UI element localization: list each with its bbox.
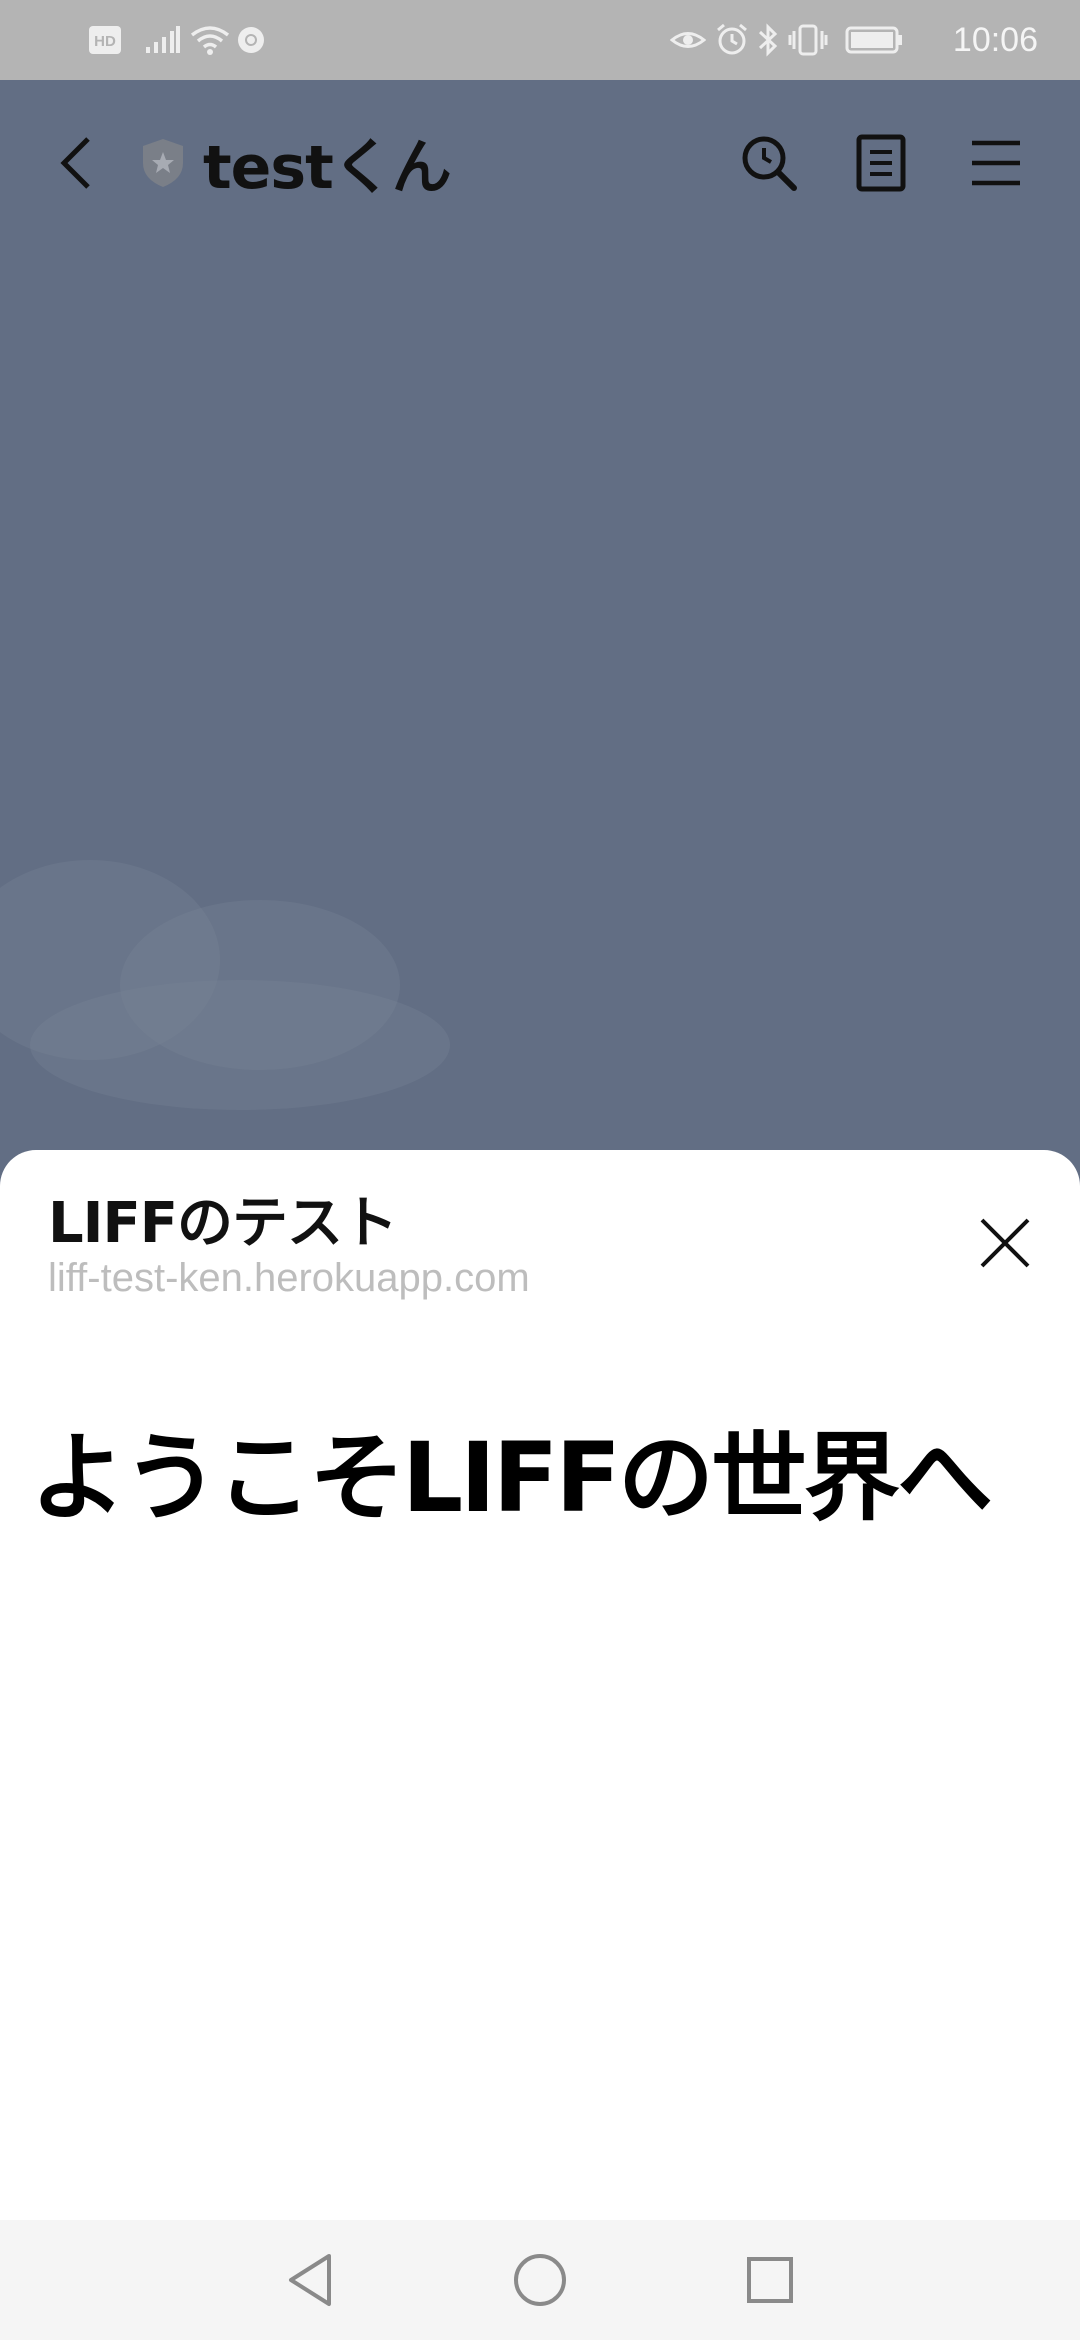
shield-star-icon (140, 80, 186, 245)
status-time: 10:06 (952, 20, 1038, 59)
chat-header: testくん (0, 80, 1080, 245)
battery-icon (845, 0, 903, 80)
welcome-heading: ようこそLIFFの世界へ (30, 1422, 993, 1534)
search-icon[interactable] (740, 80, 798, 245)
screen: HD 10:06 testくん LIFFのテスト liff-test-ken.h… (0, 0, 1080, 2340)
wifi-icon (190, 0, 230, 80)
menu-icon[interactable] (970, 80, 1022, 245)
recents-square-icon[interactable] (710, 2220, 830, 2340)
nav-bar (0, 2220, 1080, 2340)
home-circle-icon[interactable] (480, 2220, 600, 2340)
hd-label: HD (94, 33, 116, 50)
back-triangle-icon[interactable] (250, 2220, 370, 2340)
signal-icon (145, 0, 181, 80)
chrome-icon (236, 0, 266, 80)
background-cloud (30, 980, 450, 1110)
sheet-title: LIFFのテスト (48, 1191, 398, 1256)
alarm-icon (715, 0, 749, 80)
sheet-url: liff-test-ken.herokuapp.com (48, 1256, 530, 1300)
eye-icon (670, 0, 706, 80)
status-bar: HD 10:06 (0, 0, 1080, 80)
bluetooth-icon (757, 0, 779, 80)
vibrate-icon (788, 0, 828, 80)
back-icon[interactable] (54, 80, 98, 245)
close-icon[interactable] (970, 1208, 1040, 1278)
liff-sheet: LIFFのテスト liff-test-ken.herokuapp.com ようこ… (0, 1150, 1080, 2220)
chat-title: testくん (203, 133, 452, 203)
hd-icon: HD (88, 0, 122, 80)
note-icon[interactable] (856, 80, 906, 245)
